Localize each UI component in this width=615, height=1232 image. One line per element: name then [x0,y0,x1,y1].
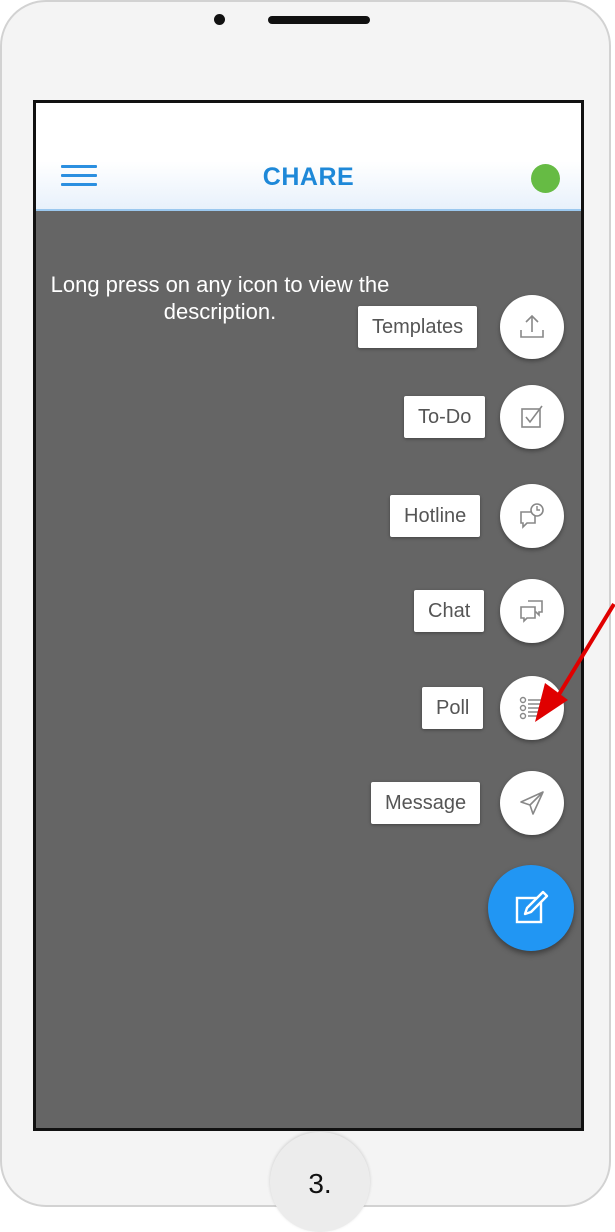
app-header: CHARE [36,103,581,211]
speaker [268,16,370,24]
fab-item-templates[interactable]: Templates [36,295,581,359]
send-icon[interactable] [500,771,564,835]
status-indicator [531,164,560,193]
fab-item-message[interactable]: Message [36,771,581,835]
fab-item-poll[interactable]: Poll [36,676,581,740]
fab-label-hotline[interactable]: Hotline [390,495,481,537]
app-title: CHARE [262,163,355,191]
camera [214,14,225,25]
fab-label-templates[interactable]: Templates [358,306,478,348]
fab-label-message[interactable]: Message [371,782,481,824]
chat-bubbles-icon[interactable] [500,579,564,643]
fab-item-hotline[interactable]: Hotline [36,484,581,548]
fab-label-poll[interactable]: Poll [422,687,484,729]
list-icon[interactable] [500,676,564,740]
fab-label-chat[interactable]: Chat [414,590,485,632]
compose-icon [515,890,549,924]
fab-item-todo[interactable]: To-Do [36,385,581,449]
hotline-chat-icon[interactable] [500,484,564,548]
step-label: 3. [308,1168,332,1199]
upload-icon[interactable] [500,295,564,359]
phone-frame: CHARE Long press on any icon to view the… [0,0,611,1232]
compose-button[interactable] [488,865,574,951]
fab-item-chat[interactable]: Chat [36,579,581,643]
screen: CHARE Long press on any icon to view the… [33,100,584,1131]
checkbox-icon[interactable] [500,385,564,449]
fab-label-todo[interactable]: To-Do [404,396,486,438]
